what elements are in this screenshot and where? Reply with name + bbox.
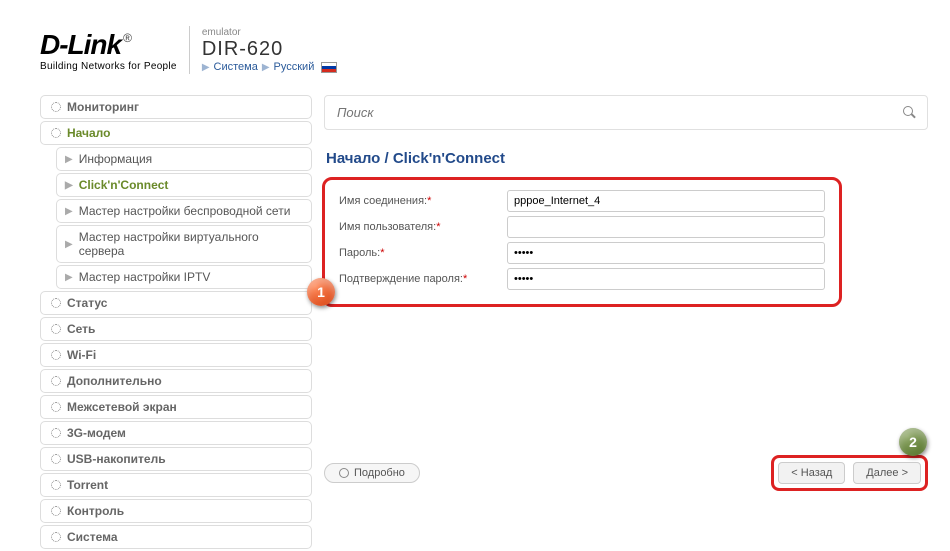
gear-icon: [51, 402, 61, 412]
password-confirm-label: Подтверждение пароля:*: [339, 273, 507, 285]
username-input[interactable]: [507, 216, 825, 238]
gear-icon: [51, 532, 61, 542]
gear-icon: [51, 128, 61, 138]
next-button[interactable]: Далее >: [853, 462, 921, 484]
password-input[interactable]: [507, 242, 825, 264]
gear-icon: [51, 506, 61, 516]
logo: D-Link ® Building Networks for People: [40, 29, 177, 72]
chevron-right-icon: ▶: [65, 154, 73, 165]
sidebar-item-label: USB-накопитель: [67, 452, 166, 466]
chevron-right-icon: ▶: [202, 62, 210, 73]
chevron-right-icon: ▶: [65, 272, 73, 283]
search-icon[interactable]: [903, 106, 917, 120]
brand-tagline: Building Networks for People: [40, 61, 177, 72]
sidebar-item-label: Сеть: [67, 322, 95, 336]
language-link[interactable]: Русский: [274, 61, 315, 73]
gear-icon: [51, 350, 61, 360]
sidebar-sub-item[interactable]: ▶ Мастер настройки IPTV: [56, 265, 312, 289]
sidebar-item[interactable]: Дополнительно: [40, 369, 312, 393]
sidebar-item-label: Система: [67, 530, 118, 544]
emulator-label: emulator: [202, 27, 338, 38]
conn-name-label: Имя соединения:*: [339, 195, 507, 207]
gear-icon: [51, 298, 61, 308]
search-input[interactable]: [335, 104, 903, 121]
sidebar-item-label: 3G-модем: [67, 426, 126, 440]
sidebar-item-label: Мастер настройки виртуального сервера: [79, 230, 303, 258]
breadcrumb: Начало / Click'n'Connect: [326, 150, 928, 167]
sidebar-item-label: Начало: [67, 126, 110, 140]
annotation-badge-1: 1: [307, 278, 335, 306]
chevron-right-icon: ▶: [65, 239, 73, 250]
flag-russia-icon: [321, 62, 337, 73]
sidebar-item[interactable]: Начало: [40, 121, 312, 145]
reg-mark: ®: [123, 31, 132, 45]
sidebar-sub-item[interactable]: ▶ Мастер настройки беспроводной сети: [56, 199, 312, 223]
sidebar-item-label: Межсетевой экран: [67, 400, 177, 414]
sidebar-item-label: Torrent: [67, 478, 108, 492]
header: D-Link ® Building Networks for People em…: [40, 20, 928, 80]
back-button[interactable]: < Назад: [778, 462, 845, 484]
search-box[interactable]: [324, 95, 928, 130]
chevron-right-icon: ▶: [65, 206, 73, 217]
system-link[interactable]: Система: [214, 61, 258, 73]
chevron-right-icon: ▶: [65, 180, 73, 191]
sidebar-item[interactable]: Сеть: [40, 317, 312, 341]
sidebar-item[interactable]: Контроль: [40, 499, 312, 523]
connection-form: Имя соединения:* Имя пользователя:* Паро…: [322, 177, 842, 307]
model-name: DIR-620: [202, 38, 338, 61]
sidebar-item[interactable]: Межсетевой экран: [40, 395, 312, 419]
sidebar-item[interactable]: Статус: [40, 291, 312, 315]
gear-icon: [51, 324, 61, 334]
sidebar-item-label: Мастер настройки беспроводной сети: [79, 204, 291, 218]
sidebar-item-label: Дополнительно: [67, 374, 162, 388]
sidebar-item-label: Click'n'Connect: [79, 178, 169, 192]
gear-icon: [51, 454, 61, 464]
circle-icon: [339, 468, 349, 478]
gear-icon: [51, 102, 61, 112]
sidebar-item-label: Статус: [67, 296, 107, 310]
brand-name: D-Link: [40, 29, 121, 61]
sidebar-item[interactable]: Мониторинг: [40, 95, 312, 119]
sidebar-item-label: Информация: [79, 152, 152, 166]
conn-name-input[interactable]: [507, 190, 825, 212]
chevron-right-icon: ▶: [262, 62, 270, 73]
sidebar-item[interactable]: USB-накопитель: [40, 447, 312, 471]
nav-buttons-group: 2 < Назад Далее >: [771, 455, 928, 491]
sidebar: Мониторинг Начало ▶ Информация ▶ Click'n'Conn…: [40, 95, 312, 551]
sidebar-item-label: Wi-Fi: [67, 348, 96, 362]
gear-icon: [51, 376, 61, 386]
password-confirm-input[interactable]: [507, 268, 825, 290]
sidebar-item[interactable]: Система: [40, 525, 312, 549]
sidebar-item-label: Мастер настройки IPTV: [79, 270, 211, 284]
details-button[interactable]: Подробно: [324, 463, 420, 483]
password-label: Пароль:*: [339, 247, 507, 259]
sidebar-sub-item[interactable]: ▶ Информация: [56, 147, 312, 171]
sidebar-item[interactable]: Wi-Fi: [40, 343, 312, 367]
annotation-badge-2: 2: [899, 428, 927, 456]
sidebar-sub-item[interactable]: ▶ Click'n'Connect: [56, 173, 312, 197]
sidebar-item[interactable]: Torrent: [40, 473, 312, 497]
sidebar-item-label: Контроль: [67, 504, 124, 518]
username-label: Имя пользователя:*: [339, 221, 507, 233]
gear-icon: [51, 428, 61, 438]
sidebar-item-label: Мониторинг: [67, 100, 139, 114]
sidebar-sub-item[interactable]: ▶ Мастер настройки виртуального сервера: [56, 225, 312, 263]
sidebar-item[interactable]: 3G-модем: [40, 421, 312, 445]
header-divider: [189, 26, 190, 74]
gear-icon: [51, 480, 61, 490]
